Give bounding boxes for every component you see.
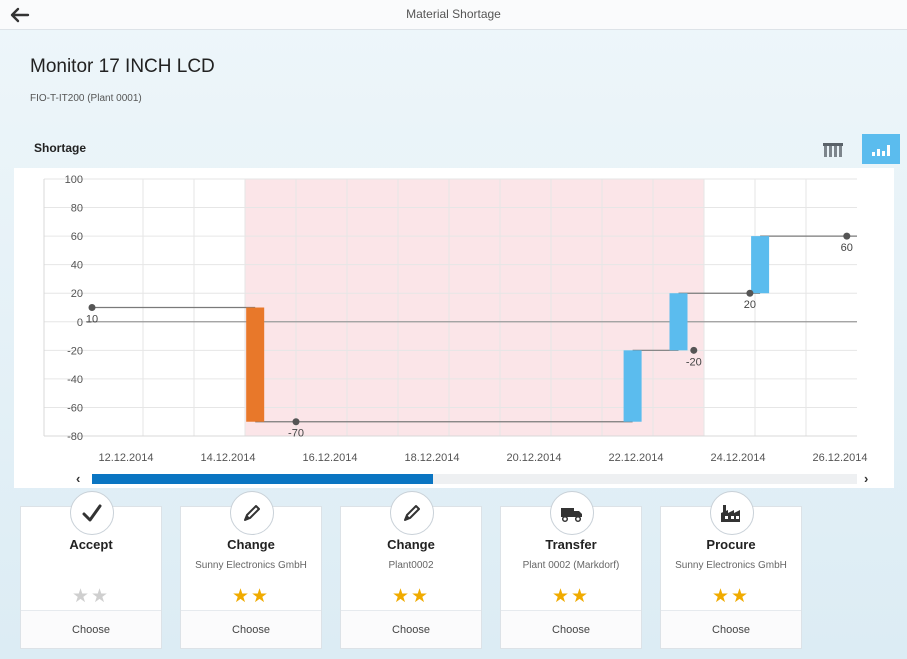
card-icon [550,491,594,535]
shell-header: Material Shortage [0,0,907,30]
rating-stars: ★★ [501,587,641,607]
card-icon [230,491,274,535]
section-label: Shortage [34,141,87,155]
data-label: 10 [86,314,98,326]
x-tick-label: 16.12.2014 [302,452,357,464]
y-tick-label: 0 [77,317,83,329]
scroll-right-button[interactable]: › [864,471,868,486]
data-point [292,418,300,426]
data-point [746,289,754,297]
y-tick-label: 20 [71,288,83,300]
card-icon [710,491,754,535]
star-icon: ★ [571,586,591,607]
rating-stars: ★★ [181,587,321,607]
table-view-button[interactable] [815,135,853,165]
y-tick-label: 80 [71,203,83,215]
data-point [88,304,96,311]
card-desc: Plant 0002 (Markdorf) [522,560,620,571]
supply-bar [669,293,688,351]
supply-bar [751,236,770,294]
star-icon: ★ [731,586,751,607]
data-point [843,232,851,240]
x-tick-label: 22.12.2014 [608,452,663,464]
chart-svg: -80 -60 -40 -20 0 20 40 60 80 100 12.12.2014 14.12.… [43,174,868,464]
chart-scrollbar[interactable] [92,474,857,484]
card-transfer[interactable]: Transfer Plant 0002 (Markdorf) ★★ Choose [500,491,642,649]
pencil-icon [244,505,260,521]
card-title: Change [227,537,275,552]
rating-stars: ★★ [661,587,801,607]
card-icon [390,491,434,535]
card-title: Transfer [545,537,597,552]
star-icon: ★ [251,586,271,607]
choose-button[interactable]: Choose [501,610,641,648]
x-tick-label: 24.12.2014 [710,452,765,464]
chart-view-button[interactable] [862,134,900,164]
x-tick-label: 26.12.2014 [812,452,867,464]
truck-icon [561,508,582,523]
app-title: Material Shortage [406,7,501,21]
data-label: 20 [744,299,756,311]
x-tick-label: 14.12.2014 [200,452,255,464]
star-icon: ★ [411,586,431,607]
card-desc: Plant0002 [388,560,434,571]
card-accept[interactable]: Accept ★★ Choose [20,491,162,649]
scroll-left-button[interactable]: ‹ [76,471,80,486]
checkmark-icon [82,504,102,522]
choose-button[interactable]: Choose [21,610,161,648]
star-icon: ★ [551,586,571,607]
rating-stars: ★★ [341,587,481,607]
card-change-plant[interactable]: Change Plant0002 ★★ Choose [340,491,482,649]
star-icon: ★ [71,586,91,607]
card-icon [70,491,114,535]
factory-icon [721,505,740,522]
chart-scroll-thumb[interactable] [92,474,434,484]
shortage-bar [246,307,265,422]
card-desc: Sunny Electronics GmbH [195,560,307,571]
star-icon: ★ [91,586,111,607]
data-label: -20 [686,356,702,368]
bar-chart-icon [872,145,890,156]
y-tick-label: 40 [71,260,83,272]
data-point [690,346,698,354]
y-tick-label: 60 [71,231,83,243]
object-subtitle: FIO-T-IT200 (Plant 0001) [30,93,142,104]
y-tick-label: -40 [67,374,83,386]
star-icon: ★ [391,586,411,607]
pencil-icon [404,505,420,521]
card-title: Procure [706,537,756,552]
card-change-vendor[interactable]: Change Sunny Electronics GmbH ★★ Choose [180,491,322,649]
data-label: 60 [841,242,853,254]
y-tick-label: -80 [67,431,83,443]
choose-button[interactable]: Choose [341,610,481,648]
choose-button[interactable]: Choose [661,610,801,648]
y-tick-label: 100 [65,174,83,186]
y-tick-label: -20 [67,345,83,357]
star-icon: ★ [711,586,731,607]
x-tick-label: 20.12.2014 [506,452,561,464]
choose-button[interactable]: Choose [181,610,321,648]
card-title: Accept [69,537,113,552]
card-title: Change [387,537,435,552]
x-tick-label: 18.12.2014 [404,452,459,464]
shortage-chart: -80 -60 -40 -20 0 20 40 60 80 100 12.12.2014 14.12.… [14,168,894,488]
x-tick-label: 12.12.2014 [98,452,153,464]
data-label: -70 [288,428,304,440]
card-procure[interactable]: Procure Sunny Electronics GmbH ★★ Choose [660,491,802,649]
table-view-icon [823,143,843,157]
supply-bar [623,350,642,422]
object-title: Monitor 17 INCH LCD [30,56,215,77]
y-tick-label: -60 [67,402,83,414]
star-icon: ★ [231,586,251,607]
card-desc: Sunny Electronics GmbH [675,560,787,571]
rating-stars: ★★ [21,587,161,607]
